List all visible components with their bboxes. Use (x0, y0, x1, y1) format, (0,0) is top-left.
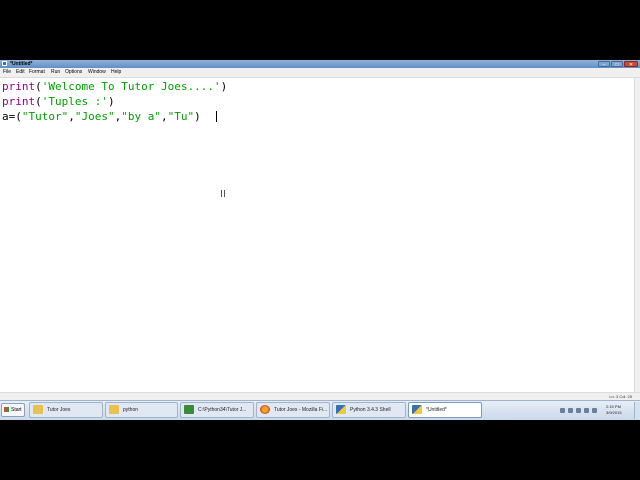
keyword-print: print (2, 95, 36, 108)
minimize-button[interactable]: – (598, 61, 610, 68)
network-icon[interactable] (576, 408, 581, 413)
close-button[interactable]: ✕ (624, 61, 638, 68)
menu-edit[interactable]: Edit (16, 68, 25, 77)
menu-window[interactable]: Window (88, 68, 106, 77)
task-tutor-joes-folder[interactable]: Tutor Joes (29, 402, 103, 418)
menu-help[interactable]: Help (111, 68, 121, 77)
string-literal: 'Tuples :' (41, 95, 108, 108)
code-line-1: print('Welcome To Tutor Joes....') (2, 80, 228, 93)
idle-app-icon (2, 61, 7, 66)
task-python-shell[interactable]: Python 3.4.3 Shell (332, 402, 406, 418)
folder-icon (33, 405, 43, 415)
cmd-icon (184, 405, 194, 415)
record-icon[interactable] (584, 408, 589, 413)
start-button[interactable]: Start (1, 403, 25, 417)
taskbar: Start Tutor Joes python C:\Python34\Tuto… (0, 400, 640, 420)
task-command-prompt[interactable]: C:\Python34\Tutor J... (180, 402, 254, 418)
volume-icon[interactable] (592, 408, 597, 413)
flag-icon[interactable] (568, 408, 573, 413)
start-label: Start (11, 407, 22, 413)
menu-run[interactable]: Run (51, 68, 60, 77)
window-titlebar[interactable]: *Untitled* – □ ✕ (0, 60, 640, 68)
firefox-icon (260, 405, 270, 415)
task-untitled-editor[interactable]: *Untitled* (408, 402, 482, 418)
maximize-button[interactable]: □ (611, 61, 623, 68)
text-caret (216, 111, 217, 122)
system-tray: 2:15 PM 3/9/2015 (558, 402, 640, 419)
code-editor[interactable]: print('Welcome To Tutor Joes....') print… (0, 78, 634, 392)
show-desktop-button[interactable] (634, 402, 640, 419)
clock-date[interactable]: 3/9/2015 (606, 410, 622, 415)
task-python-folder[interactable]: python (105, 402, 178, 418)
clock-time[interactable]: 2:15 PM (606, 404, 621, 409)
window-title: *Untitled* (10, 61, 33, 67)
menu-bar: File Edit Format Run Options Window Help (0, 68, 640, 78)
python-icon (336, 405, 346, 415)
desktop-screen: *Untitled* – □ ✕ File Edit Format Run Op… (0, 60, 640, 420)
vertical-scrollbar[interactable] (634, 78, 640, 392)
string-literal: 'Welcome To Tutor Joes....' (41, 80, 221, 93)
show-hidden-icons-icon[interactable] (560, 408, 565, 413)
python-icon (412, 405, 422, 415)
code-line-2: print('Tuples :') (2, 95, 115, 108)
task-firefox[interactable]: Tutor Joes - Mozilla Fi... (256, 402, 330, 418)
menu-file[interactable]: File (3, 68, 11, 77)
ibeam-cursor-icon (221, 190, 225, 197)
folder-icon (109, 405, 119, 415)
keyword-print: print (2, 80, 36, 93)
code-line-3: a=("Tutor","Joes","by a","Tu") (2, 110, 201, 123)
windows-logo-icon (4, 407, 9, 413)
menu-options[interactable]: Options (65, 68, 82, 77)
menu-format[interactable]: Format (29, 68, 45, 77)
